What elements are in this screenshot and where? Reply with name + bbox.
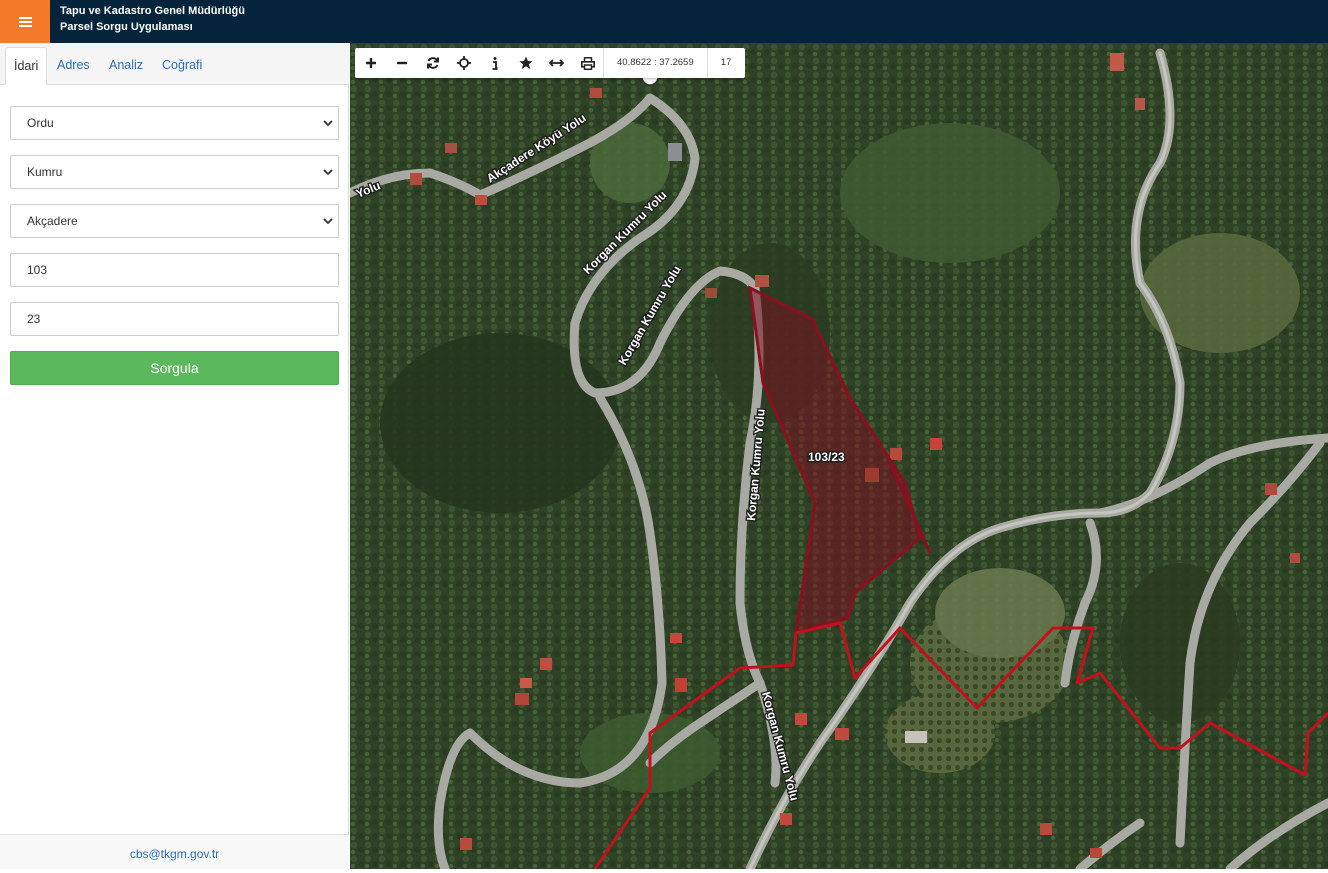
menu-button[interactable] [0,0,50,43]
info-icon [492,56,497,70]
app-title-line1: Tapu ve Kadastro Genel Müdürlüğü [60,5,245,17]
il-select[interactable]: Ordu [10,106,339,140]
tab-cografi[interactable]: Coğrafi [154,47,210,85]
satellite-map: Akçadere Köyü Yolu Korgan Kumru Yolu Kor… [350,43,1328,869]
print-icon [580,56,595,70]
zoom-level-readout: 17 [706,48,745,78]
parsel-input[interactable]: 23 [10,302,339,336]
ilce-select-value: Kumru [27,165,63,179]
zoom-out-button[interactable] [386,48,417,78]
favorite-button[interactable] [510,48,541,78]
tab-adres[interactable]: Adres [49,47,98,85]
top-bar: Tapu ve Kadastro Genel Müdürlüğü Parsel … [0,0,1328,43]
tab-idari[interactable]: İdari [5,47,48,85]
coordinate-readout: 40.8622 : 37.2659 [603,48,707,78]
measure-icon [549,59,564,67]
chevron-down-icon [322,205,334,237]
mahalle-select-value: Akçadere [27,214,78,228]
zoom-in-icon [365,58,376,68]
ada-input[interactable]: 103 [10,253,339,287]
info-button[interactable] [479,48,510,78]
locate-icon [456,56,471,70]
parcel-label: 103/23 [808,450,845,464]
locate-button[interactable] [448,48,479,78]
mahalle-select[interactable]: Akçadere [10,204,339,238]
zoom-in-button[interactable] [355,48,386,78]
map-toolbar: 40.8622 : 37.2659 17 [355,48,745,78]
chevron-down-icon [322,107,334,139]
chevron-down-icon [322,156,334,188]
ada-input-value: 103 [27,263,48,277]
il-select-value: Ordu [27,116,54,130]
measure-button[interactable] [541,48,572,78]
refresh-button[interactable] [417,48,448,78]
sidebar: İdari Adres Analiz Coğrafi Ordu Kumru Ak… [0,43,349,869]
zoom-out-icon [396,61,407,65]
tab-analiz[interactable]: Analiz [101,47,151,85]
ilce-select[interactable]: Kumru [10,155,339,189]
favorite-icon [518,56,533,69]
parsel-input-value: 23 [27,312,41,326]
hamburger-icon [18,16,32,27]
print-button[interactable] [572,48,603,78]
footer: cbs@tkgm.gov.tr [0,834,349,869]
refresh-icon [426,57,439,69]
contact-email-link[interactable]: cbs@tkgm.gov.tr [130,847,219,861]
tab-bar: İdari Adres Analiz Coğrafi [0,43,349,85]
app-title-line2: Parsel Sorgu Uygulaması [60,21,193,33]
map-view[interactable]: Akçadere Köyü Yolu Korgan Kumru Yolu Kor… [350,43,1328,869]
app-title: Tapu ve Kadastro Genel Müdürlüğü Parsel … [60,3,245,35]
sorgula-button[interactable]: Sorgula [10,351,339,385]
